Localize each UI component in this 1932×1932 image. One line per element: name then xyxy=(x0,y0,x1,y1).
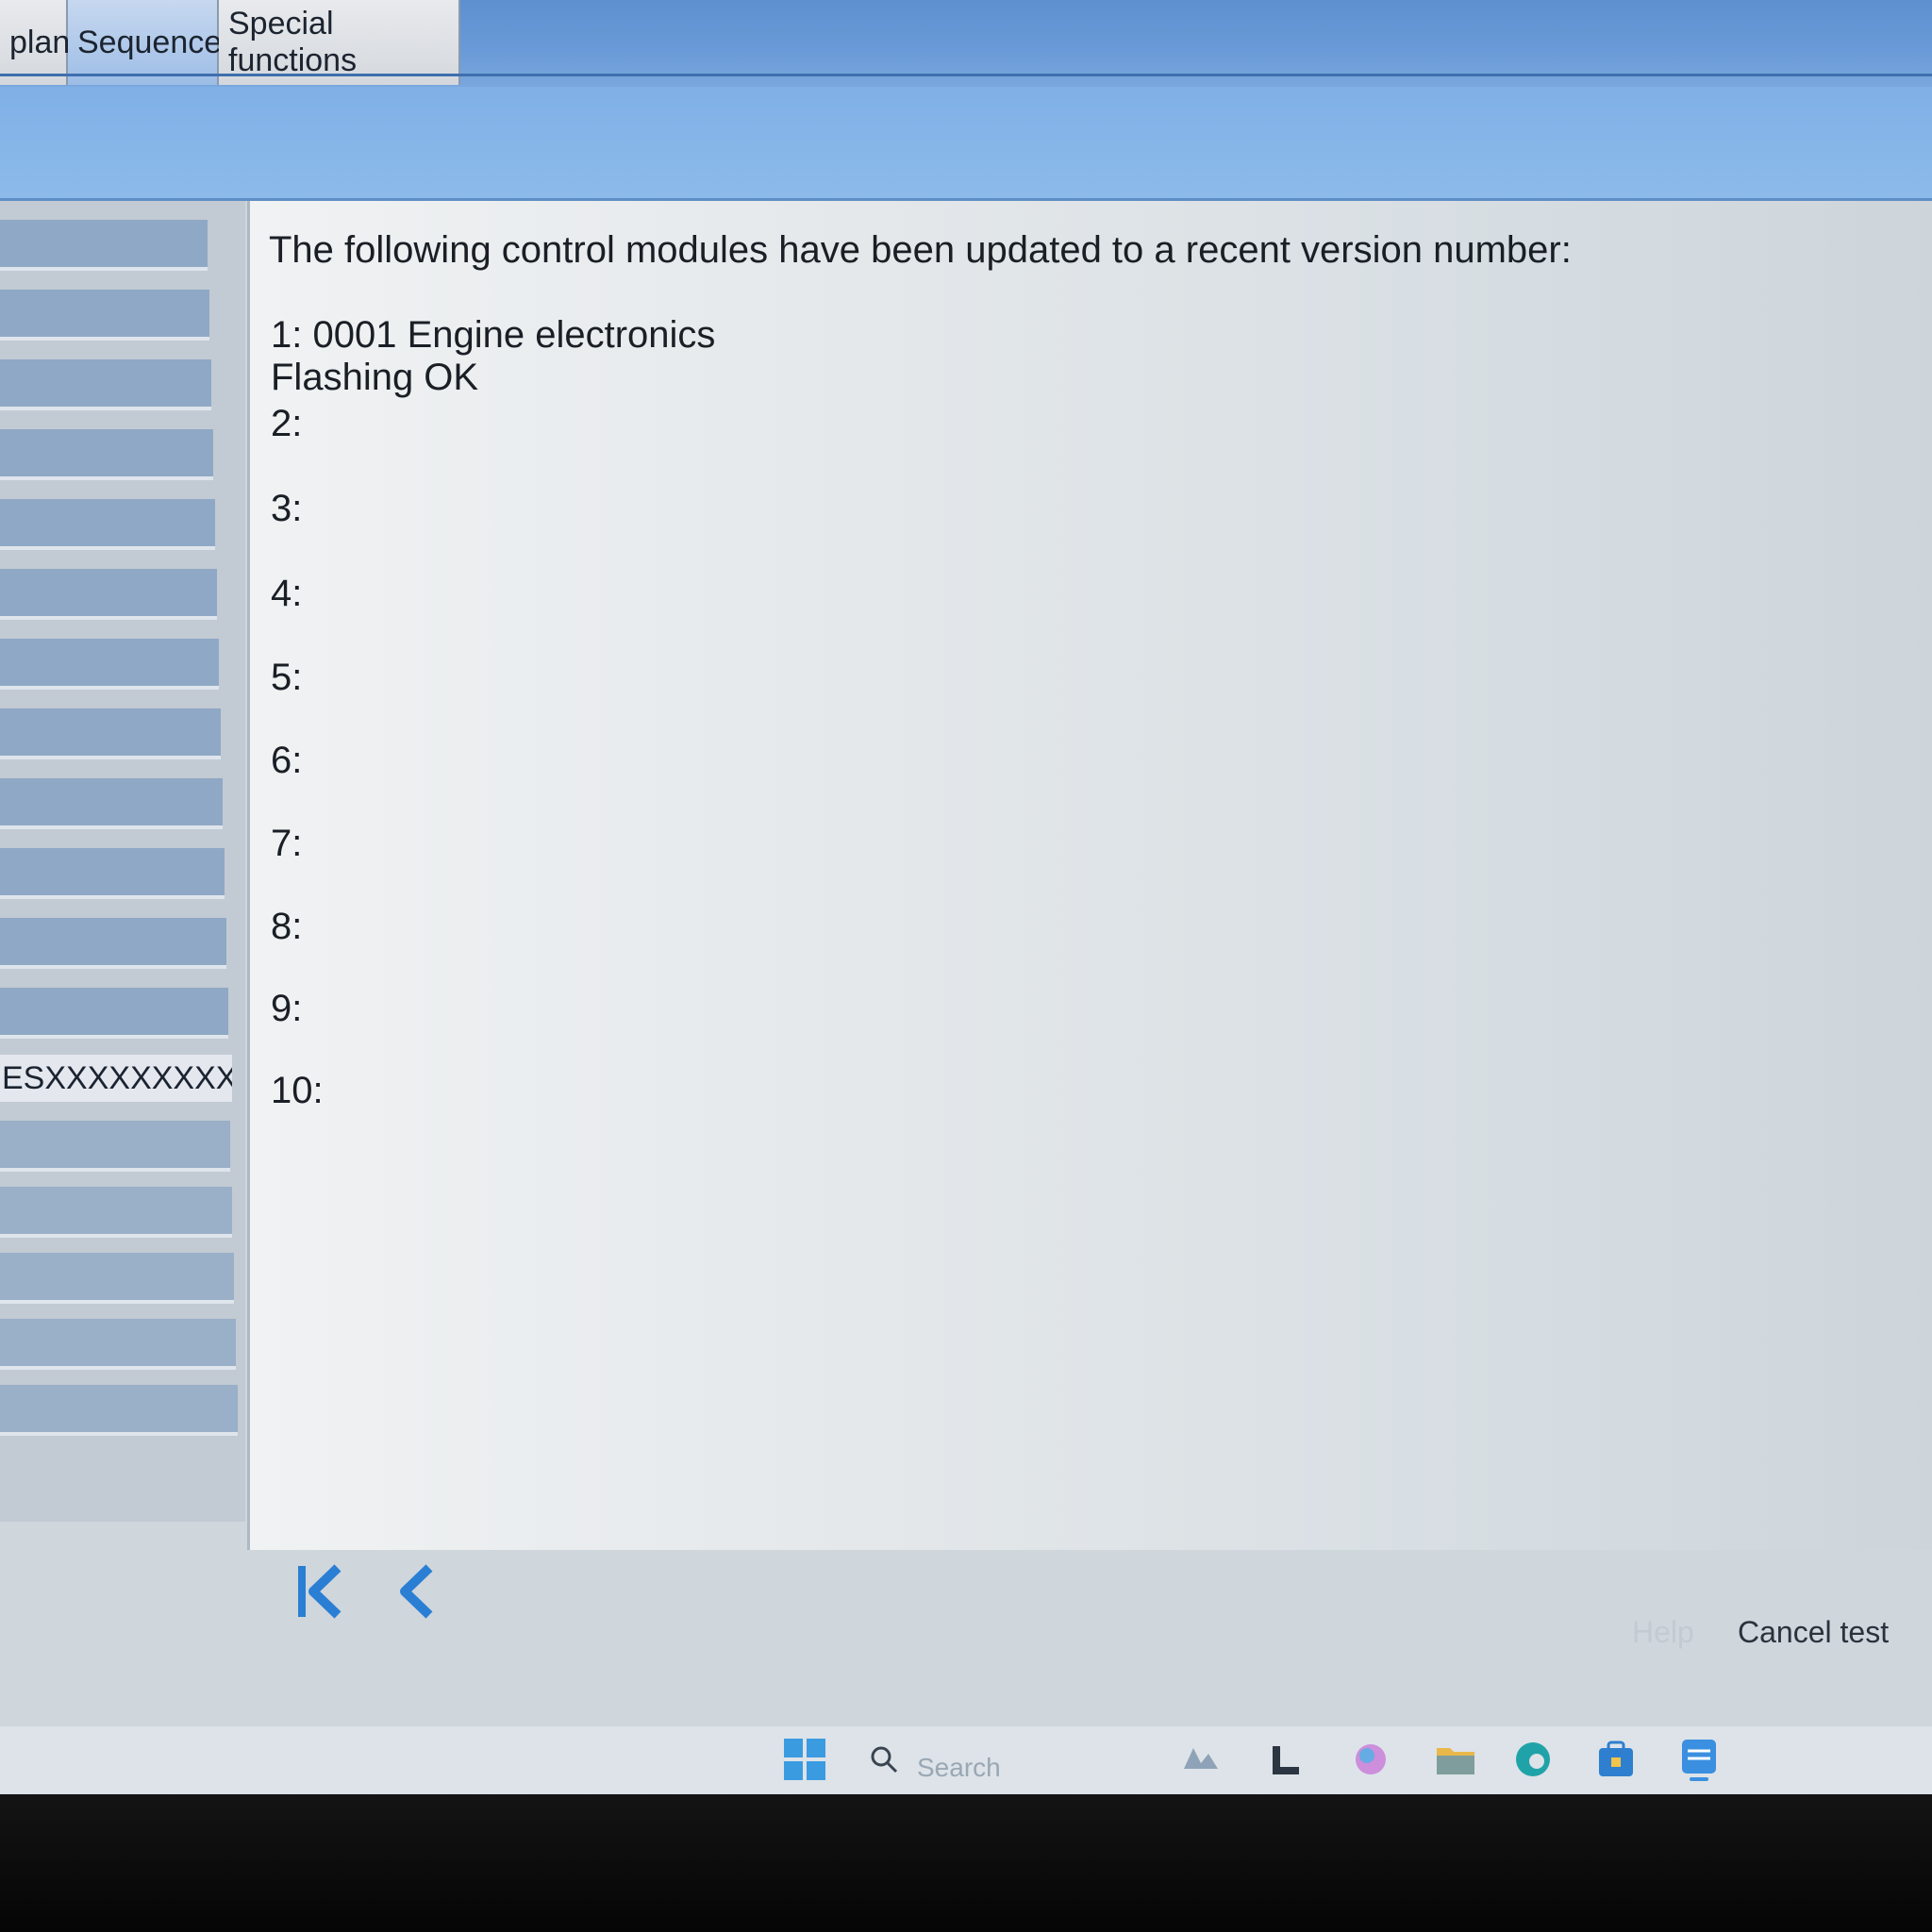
nav-row[interactable] xyxy=(0,778,223,829)
nav-row[interactable] xyxy=(0,708,221,759)
nav-row[interactable] xyxy=(0,1121,230,1172)
tab-plan[interactable]: plan xyxy=(0,0,71,85)
nav-row[interactable] xyxy=(0,359,211,410)
first-page-button[interactable] xyxy=(292,1558,353,1624)
module-item-3: 3: xyxy=(271,488,303,529)
main-content: The following control modules have been … xyxy=(247,201,1932,1550)
nav-row[interactable] xyxy=(0,1253,234,1304)
module-status: Flashing OK xyxy=(271,357,479,398)
tab-label: plan xyxy=(9,24,71,60)
nav-row[interactable] xyxy=(0,639,219,690)
tab-sequence[interactable]: Sequence xyxy=(68,0,223,85)
module-item-5: 5: xyxy=(271,657,303,698)
tab-underline xyxy=(0,74,1932,76)
taskbar-search-input[interactable]: Search xyxy=(917,1753,1001,1783)
store-icon[interactable] xyxy=(1592,1736,1640,1783)
nav-row[interactable] xyxy=(0,918,226,969)
nav-row[interactable] xyxy=(0,1319,236,1370)
module-item-6: 6: xyxy=(271,740,303,781)
back-button[interactable] xyxy=(387,1558,447,1624)
help-button[interactable]: Help xyxy=(1632,1615,1694,1650)
nav-row[interactable] xyxy=(0,1187,232,1238)
module-item-2: 2: xyxy=(271,403,303,444)
nav-row[interactable] xyxy=(0,569,217,620)
vehicle-id-label: ESXXXXXXXXXXX xyxy=(0,1055,232,1102)
nav-row[interactable] xyxy=(0,220,208,271)
windows-start-icon[interactable] xyxy=(781,1736,828,1783)
search-icon[interactable] xyxy=(860,1736,908,1783)
nav-row[interactable] xyxy=(0,429,213,480)
first-page-icon xyxy=(298,1564,341,1619)
tab-label: Special functions xyxy=(228,6,358,78)
monitor-bezel xyxy=(0,1794,1932,1932)
header-band xyxy=(0,87,1932,201)
l-app-icon[interactable] xyxy=(1262,1736,1309,1783)
left-navigation: ESXXXXXXXXXXX xyxy=(0,201,245,1522)
edge-icon[interactable] xyxy=(1509,1736,1557,1783)
nav-row[interactable] xyxy=(0,499,215,550)
nav-row[interactable] xyxy=(0,848,225,899)
intro-text: The following control modules have been … xyxy=(269,229,1572,271)
tab-strip: plan Sequence Special functions xyxy=(0,0,1932,87)
module-item-8: 8: xyxy=(271,906,303,947)
back-icon xyxy=(400,1564,433,1619)
module-label: 1: 0001 Engine electronics xyxy=(271,314,716,356)
copilot-icon[interactable] xyxy=(1347,1736,1394,1783)
module-item-4: 4: xyxy=(271,573,303,614)
widgets-icon[interactable] xyxy=(1177,1736,1224,1783)
module-item-7: 7: xyxy=(271,823,303,864)
nav-row[interactable] xyxy=(0,988,228,1039)
module-item-9: 9: xyxy=(271,988,303,1029)
tab-label: Sequence xyxy=(77,24,223,60)
module-item-10: 10: xyxy=(271,1070,324,1111)
module-item-1: 1: 0001 Engine electronics Flashing OK xyxy=(271,314,715,399)
cancel-test-button[interactable]: Cancel test xyxy=(1738,1615,1889,1650)
file-explorer-icon[interactable] xyxy=(1432,1736,1479,1783)
app-icon[interactable] xyxy=(1675,1736,1723,1783)
nav-row[interactable] xyxy=(0,1385,238,1436)
nav-row[interactable] xyxy=(0,290,209,341)
tab-special-functions[interactable]: Special functions xyxy=(219,0,460,85)
